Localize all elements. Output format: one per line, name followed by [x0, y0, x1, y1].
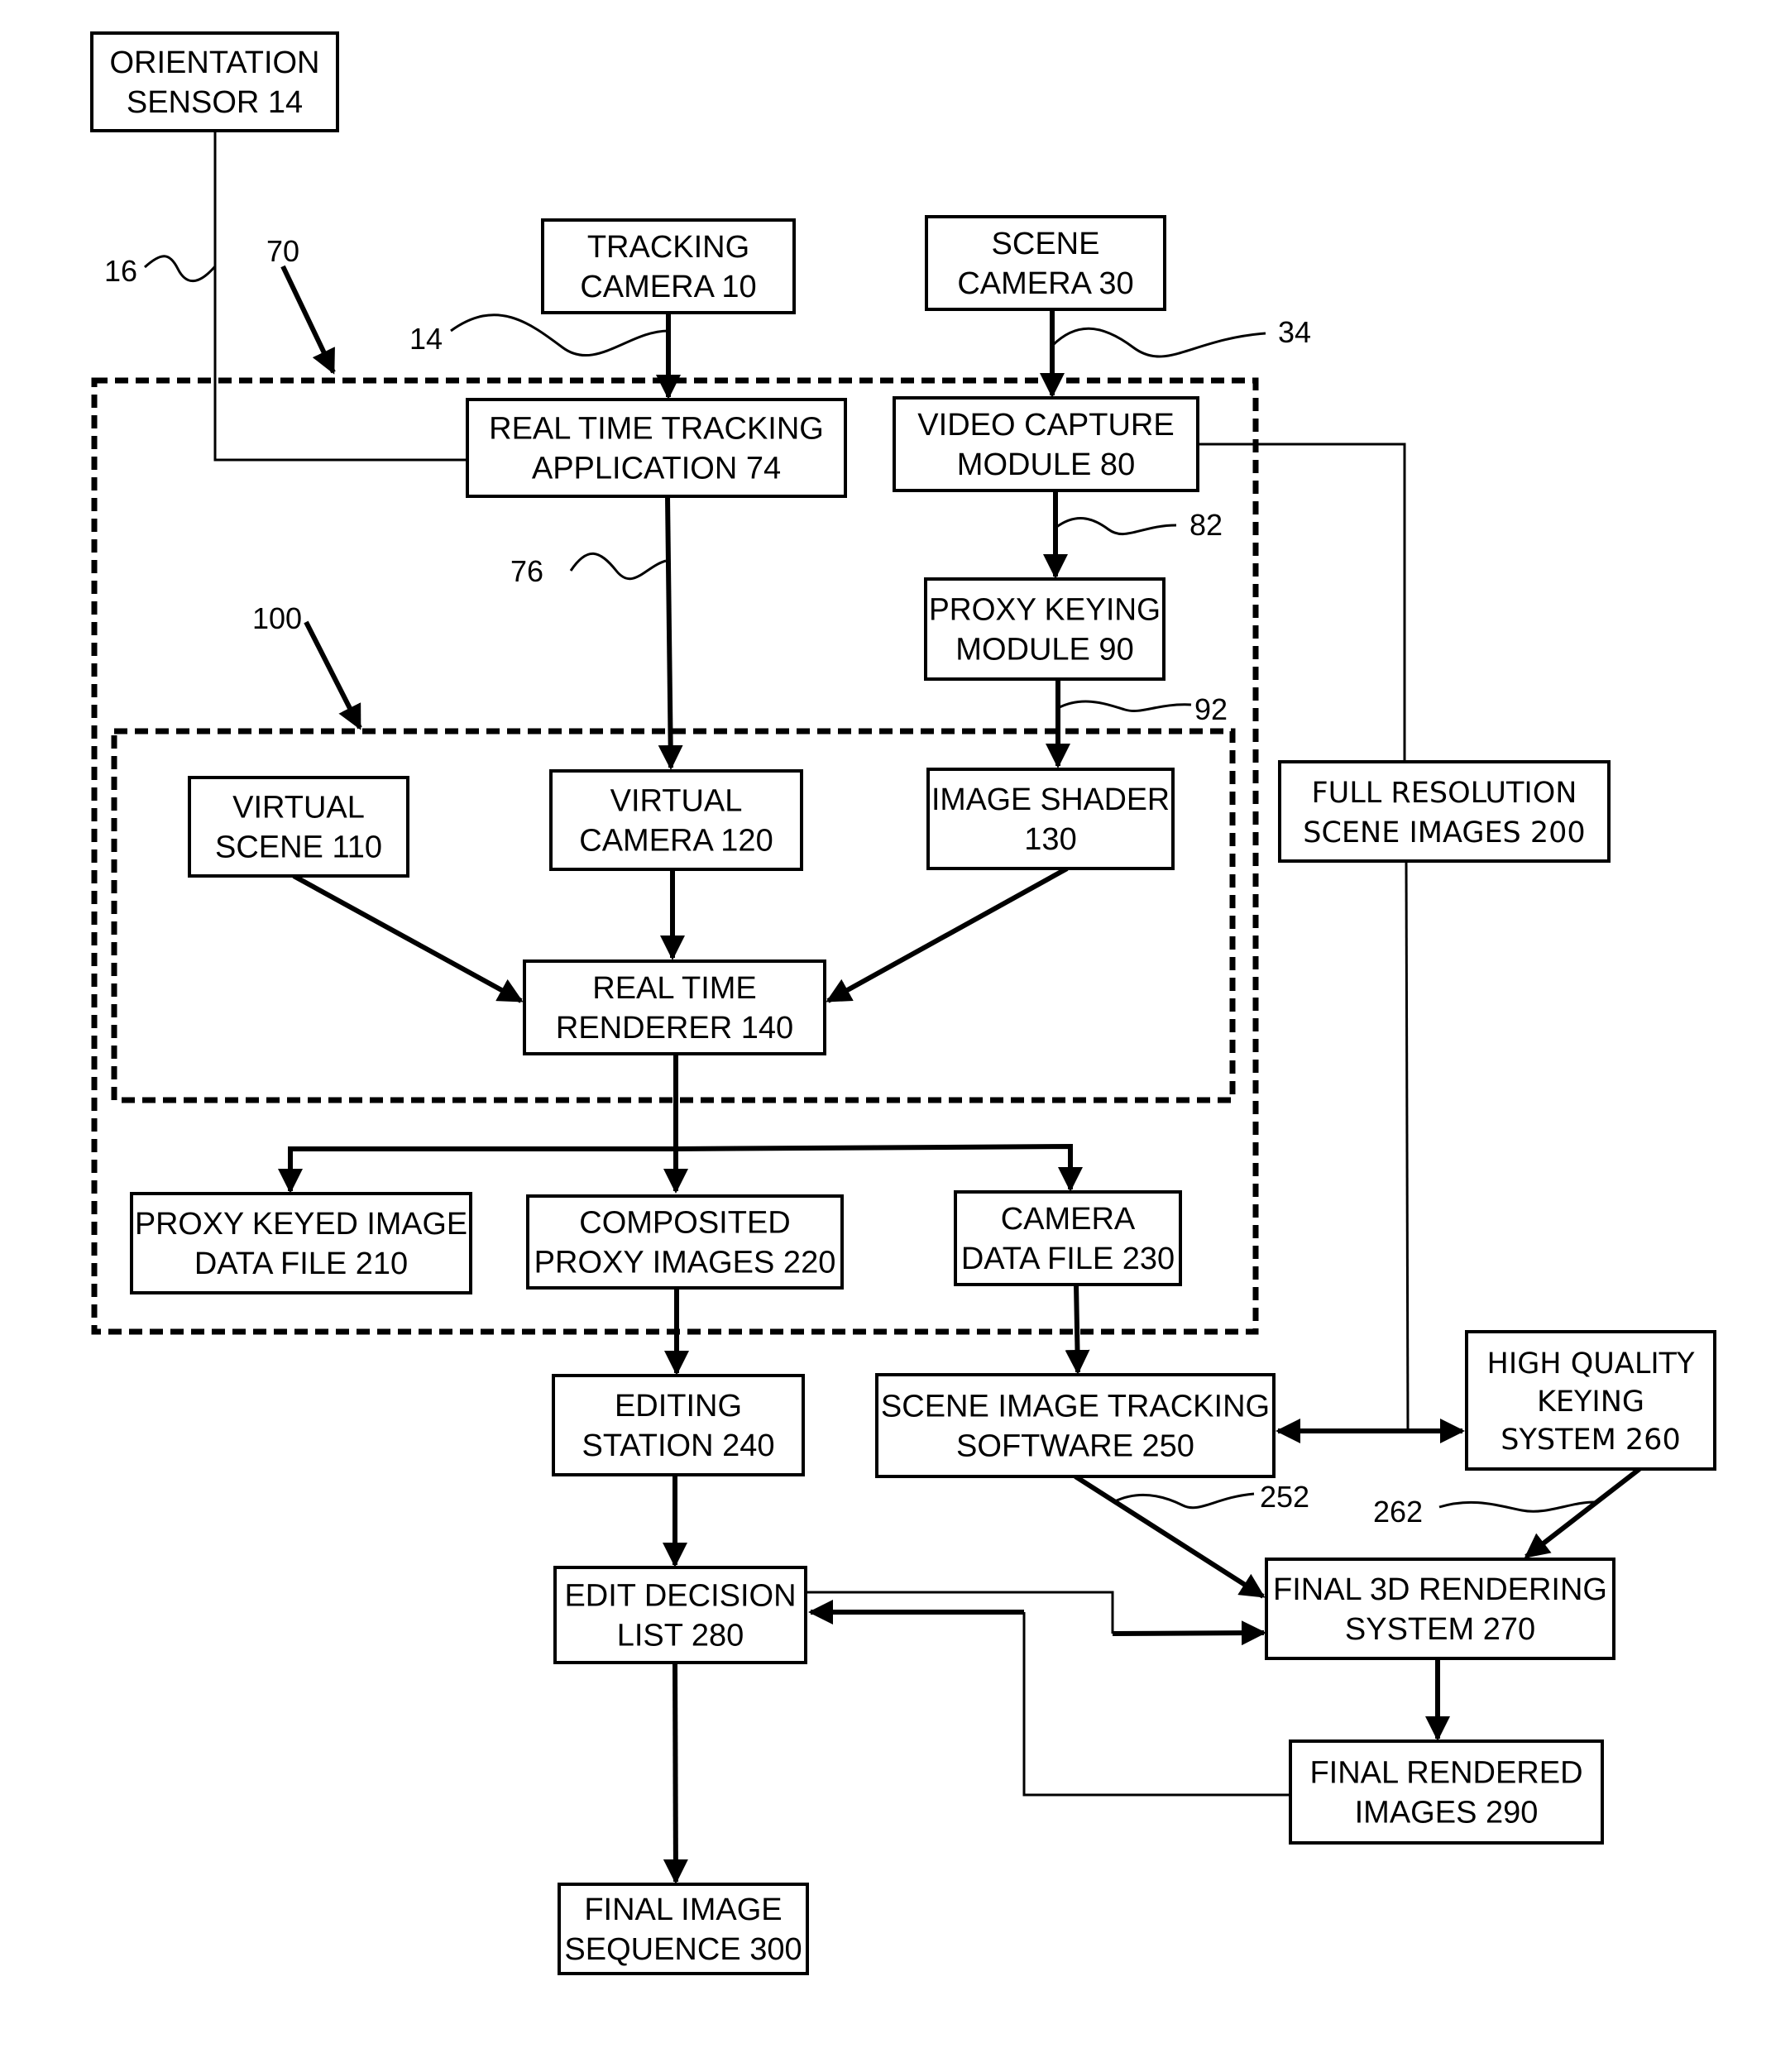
- wiggle-16: [143, 255, 217, 283]
- arrow-image-shader-to-renderer: [826, 866, 1069, 1003]
- ref-label-82: 82: [1189, 508, 1223, 542]
- wiggle-252: [1114, 1492, 1255, 1510]
- box-label-line: PROXY KEYING: [929, 593, 1161, 628]
- box-image-shader: IMAGE SHADER 130: [926, 768, 1175, 870]
- box-real-time-renderer: REAL TIME RENDERER 140: [523, 959, 826, 1055]
- box-virtual-camera: VIRTUAL CAMERA 120: [549, 769, 803, 871]
- ref-label-70: 70: [266, 234, 299, 268]
- box-final-3d-rendering: FINAL 3D RENDERING SYSTEM 270: [1265, 1558, 1615, 1660]
- box-label-line: IMAGE SHADER: [931, 782, 1170, 817]
- box-virtual-scene: VIRTUAL SCENE 110: [188, 776, 409, 878]
- connector-final-rendered-return: [1022, 1612, 1290, 1797]
- box-high-quality-keying: HIGH QUALITY KEYING SYSTEM 260: [1465, 1330, 1716, 1471]
- branch-to-proxy-keyed: [278, 1146, 676, 1194]
- arrow-virtual-scene-to-renderer: [292, 873, 524, 1003]
- box-label-line: FINAL 3D RENDERING: [1273, 1572, 1607, 1607]
- box-composited-proxy: COMPOSITED PROXY IMAGES 220: [526, 1194, 844, 1290]
- box-label-line: VIRTUAL: [232, 791, 365, 825]
- box-label-line: CAMERA 120: [579, 824, 773, 859]
- box-label-line: SYSTEM 260: [1501, 1424, 1680, 1457]
- box-label-line: SCENE IMAGE TRACKING: [881, 1390, 1270, 1424]
- ref-label-16: 16: [104, 254, 137, 288]
- box-label-line: RENDERER 140: [556, 1011, 793, 1046]
- box-label-line: REAL TIME: [592, 971, 757, 1006]
- box-label-line: VIRTUAL: [610, 784, 743, 819]
- arrow-rtt-to-virtual-camera: [658, 495, 683, 770]
- box-label-line: IMAGES 290: [1355, 1796, 1539, 1830]
- wiggle-34: [1051, 327, 1266, 358]
- box-label-line: SCENE 110: [215, 830, 382, 865]
- box-label-line: LIST 280: [617, 1619, 744, 1653]
- flow-diagram: 16 70 14 34 76 82 92 100 252 262 ORIENTA…: [90, 31, 1716, 1975]
- box-label-line: SCENE IMAGES 200: [1303, 816, 1585, 849]
- box-label-line: FULL RESOLUTION: [1312, 777, 1577, 810]
- wiggle-262: [1438, 1500, 1597, 1513]
- box-label-line: 130: [1024, 822, 1076, 857]
- ref-label-76: 76: [510, 554, 543, 588]
- arrow-edl-to-final-3d: [1112, 1620, 1266, 1646]
- wiggle-82: [1055, 516, 1177, 536]
- connector-full-resolution-down: [1405, 860, 1410, 1432]
- box-label-line: DATA FILE 210: [194, 1247, 408, 1281]
- box-label-line: PROXY IMAGES 220: [534, 1246, 836, 1280]
- box-label-line: STATION 240: [582, 1428, 775, 1463]
- box-label-line: FINAL RENDERED: [1309, 1756, 1582, 1791]
- box-final-image-sequence: FINAL IMAGE SEQUENCE 300: [558, 1883, 809, 1975]
- box-label-line: SEQUENCE 300: [564, 1932, 802, 1967]
- box-label-line: REAL TIME TRACKING: [489, 412, 824, 447]
- connector-video-capture-to-full-resolution: [1198, 443, 1406, 762]
- box-label-line: DATA FILE 230: [961, 1242, 1175, 1276]
- box-proxy-keyed-image: PROXY KEYED IMAGE DATA FILE 210: [130, 1192, 472, 1294]
- pointer-arrow-70: [280, 265, 336, 375]
- box-label-line: APPLICATION 74: [532, 452, 781, 486]
- arrow-edl-to-final-sequence: [663, 1662, 688, 1884]
- box-label-line: FINAL IMAGE: [584, 1893, 782, 1927]
- box-full-resolution: FULL RESOLUTION SCENE IMAGES 200: [1278, 760, 1611, 863]
- box-label-line: EDIT DECISION: [564, 1579, 796, 1614]
- ref-label-34: 34: [1278, 315, 1311, 349]
- box-label-line: SYSTEM 270: [1345, 1612, 1535, 1647]
- box-label-line: SOFTWARE 250: [956, 1429, 1194, 1464]
- box-label-line: VIDEO CAPTURE: [917, 408, 1174, 443]
- box-final-rendered-images: FINAL RENDERED IMAGES 290: [1289, 1739, 1604, 1845]
- box-editing-station: EDITING STATION 240: [552, 1374, 805, 1476]
- arrow-keying-to-final-3d: [1524, 1467, 1641, 1559]
- box-real-time-tracking: REAL TIME TRACKING APPLICATION 74: [466, 398, 847, 498]
- box-proxy-keying: PROXY KEYING MODULE 90: [924, 577, 1166, 681]
- wiggle-92: [1057, 700, 1192, 712]
- box-camera-data-file: CAMERA DATA FILE 230: [954, 1190, 1182, 1286]
- connector-orientation-to-tracking: [213, 131, 467, 462]
- box-label-line: ORIENTATION: [109, 45, 319, 80]
- ref-label-92: 92: [1194, 692, 1228, 726]
- box-label-line: COMPOSITED: [579, 1206, 790, 1241]
- box-label-line: TRACKING: [587, 230, 749, 265]
- branch-to-camera-data: [675, 1143, 1083, 1192]
- box-scene-image-tracking: SCENE IMAGE TRACKING SOFTWARE 250: [875, 1373, 1276, 1478]
- box-orientation-sensor: ORIENTATION SENSOR 14: [90, 31, 339, 132]
- pointer-arrow-100: [304, 620, 362, 730]
- box-label-line: CAMERA: [1001, 1202, 1136, 1237]
- box-label-line: CAMERA 10: [580, 270, 756, 304]
- box-label-line: MODULE 90: [955, 633, 1133, 668]
- box-label-line: MODULE 80: [957, 447, 1135, 482]
- box-label-line: KEYING: [1537, 1385, 1644, 1419]
- ref-label-262: 262: [1373, 1495, 1423, 1529]
- wiggle-14: [450, 313, 669, 357]
- box-label-line: CAMERA 30: [957, 266, 1133, 301]
- box-edit-decision-list: EDIT DECISION LIST 280: [553, 1566, 807, 1664]
- box-label-line: SENSOR 14: [127, 85, 303, 120]
- ref-label-14: 14: [409, 322, 443, 356]
- box-label-line: EDITING: [615, 1389, 742, 1424]
- arrow-scene-tracking-to-final-3d: [1074, 1474, 1266, 1599]
- wiggle-76: [569, 552, 667, 581]
- box-video-capture: VIDEO CAPTURE MODULE 80: [893, 396, 1199, 492]
- box-label-line: PROXY KEYED IMAGE: [135, 1207, 467, 1242]
- ref-label-252: 252: [1260, 1480, 1309, 1514]
- box-scene-camera: SCENE CAMERA 30: [925, 215, 1166, 311]
- ref-label-100: 100: [252, 601, 302, 635]
- box-label-line: HIGH QUALITY: [1487, 1347, 1696, 1381]
- box-tracking-camera: TRACKING CAMERA 10: [541, 218, 796, 314]
- box-label-line: SCENE: [992, 227, 1100, 261]
- arrow-camera-data-to-scene-tracking: [1065, 1284, 1090, 1375]
